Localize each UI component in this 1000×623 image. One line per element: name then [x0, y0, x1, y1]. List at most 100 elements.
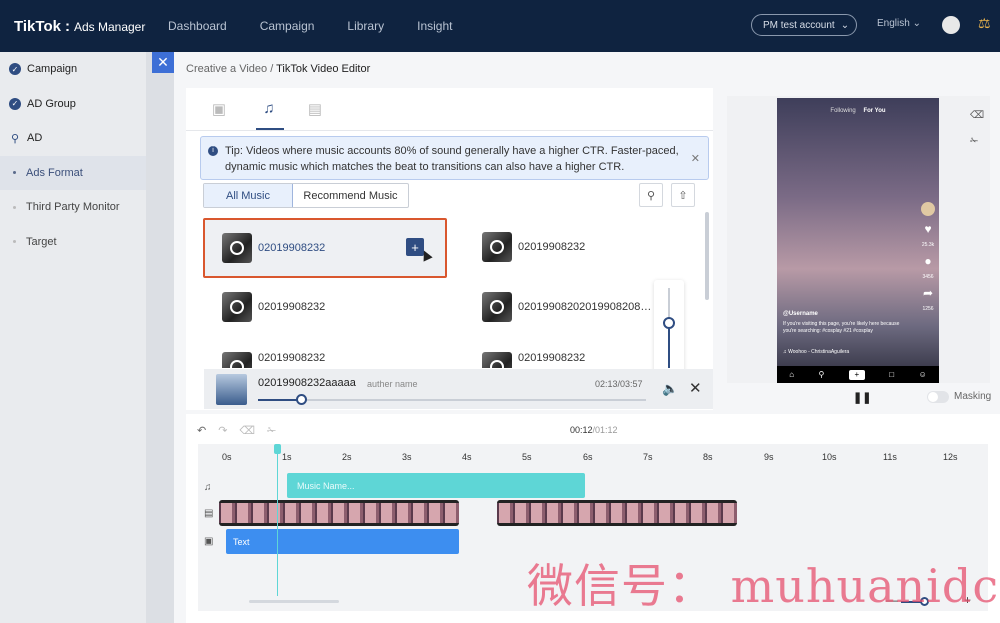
- info-icon: i: [208, 146, 218, 156]
- play-icon[interactable]: [222, 352, 252, 368]
- recommend-music-tab[interactable]: Recommend Music: [293, 184, 408, 207]
- nav-library[interactable]: Library: [347, 19, 384, 33]
- phone-bottom-nav: ⌂ ⚲ + □ ☺: [777, 366, 939, 383]
- timeline-scrollbar[interactable]: [249, 600, 339, 603]
- bullet-icon: [13, 240, 16, 244]
- search-icon: ⚲: [818, 370, 825, 379]
- search-icon: ⚲: [646, 189, 656, 202]
- track-name: 02019908232: [258, 352, 326, 364]
- tick-label: 2s: [342, 452, 352, 462]
- tick-label: 11s: [883, 452, 897, 462]
- close-icon[interactable]: ✕: [691, 151, 700, 167]
- sidebar-item-third-party-monitor[interactable]: Third Party Monitor: [0, 190, 146, 225]
- player-time: 02:13/03:57: [595, 379, 643, 389]
- crop-icon[interactable]: ✁: [970, 136, 978, 147]
- eraser-icon[interactable]: ⌫: [970, 110, 984, 121]
- list-scrollbar[interactable]: [705, 212, 709, 300]
- timeline-time: 00:12/01:12: [570, 425, 618, 435]
- account-selector[interactable]: PM test account ⌄: [751, 14, 857, 36]
- active-tab-indicator: [256, 128, 284, 130]
- video-clip[interactable]: [497, 500, 737, 526]
- play-icon[interactable]: [222, 292, 252, 322]
- all-music-tab[interactable]: All Music: [204, 184, 293, 207]
- masking-toggle[interactable]: [927, 391, 949, 403]
- music-tab-icon[interactable]: ♫: [258, 100, 280, 118]
- play-icon[interactable]: [482, 292, 512, 322]
- plus-icon: +: [848, 369, 865, 380]
- music-filter-segment: All Music Recommend Music: [203, 183, 409, 208]
- check-circle-icon: ✓: [9, 63, 21, 76]
- pause-icon[interactable]: ❚❚: [853, 391, 871, 404]
- sidebar-item-campaign[interactable]: ✓ Campaign: [0, 52, 146, 87]
- music-player-bar: 02019908232aaaaa auther name 02:13/03:57…: [204, 369, 713, 409]
- tick-label: 7s: [643, 452, 653, 462]
- tick-label: 12s: [943, 452, 958, 462]
- avatar[interactable]: [942, 16, 960, 34]
- home-icon: ⌂: [789, 370, 795, 379]
- text-clip[interactable]: Text: [226, 529, 459, 554]
- play-icon[interactable]: [482, 352, 512, 368]
- breadcrumb-current: TikTok Video Editor: [276, 63, 371, 75]
- music-clip[interactable]: Music Name...: [287, 473, 585, 498]
- track-name: 02019908202019908208…: [518, 301, 652, 313]
- sidebar-item-label: Campaign: [27, 63, 78, 76]
- sidebar-item-label: Ads Format: [26, 166, 83, 179]
- music-note-icon: ♫: [783, 349, 787, 355]
- tick-label: 10s: [822, 452, 837, 462]
- search-button[interactable]: ⚲: [639, 183, 663, 207]
- like-count: 25.3k: [921, 242, 935, 248]
- nav-dashboard[interactable]: Dashboard: [168, 19, 227, 33]
- close-editor-button[interactable]: ✕: [152, 52, 174, 73]
- eraser-icon[interactable]: ⌫: [239, 424, 255, 437]
- notification-bell-icon[interactable]: ⚖: [978, 15, 991, 32]
- language-selector[interactable]: English ⌄: [877, 18, 921, 29]
- video-tab-icon[interactable]: ▣: [208, 100, 230, 118]
- media-library-panel: ▣ ♫ ▤ i Tip: Videos where music accounts…: [186, 88, 713, 410]
- check-circle-icon: ✓: [9, 97, 21, 110]
- comment-count: 3456: [922, 274, 934, 280]
- nav-insight[interactable]: Insight: [417, 19, 452, 33]
- play-icon[interactable]: [222, 233, 252, 263]
- progress-handle[interactable]: [295, 394, 307, 405]
- main-nav: Dashboard Campaign Library Insight: [168, 0, 485, 52]
- tiktok-logo[interactable]: TikTok: Ads Manager: [14, 18, 145, 35]
- music-track-item[interactable]: 02019908232: [222, 279, 325, 335]
- volume-slider[interactable]: [654, 280, 684, 376]
- music-track-item[interactable]: 02019908232: [482, 338, 585, 368]
- bullet-icon: [13, 205, 16, 209]
- close-icon[interactable]: ✕: [689, 379, 702, 397]
- split-icon[interactable]: ✁: [267, 424, 276, 437]
- sidebar-item-ads-format[interactable]: Ads Format: [0, 155, 146, 190]
- music-track-item[interactable]: 02019908232: [222, 338, 325, 368]
- upload-icon: ⇧: [678, 189, 688, 202]
- time-ruler[interactable]: 0s 1s 2s 3s 4s 5s 6s 7s 8s 9s 10s 11s 12…: [198, 444, 988, 468]
- top-navigation-bar: TikTok: Ads Manager Dashboard Campaign L…: [0, 0, 1000, 52]
- bullet-icon: [13, 171, 16, 175]
- sidebar-item-ad[interactable]: ⚲ AD: [0, 121, 146, 156]
- track-name: 02019908232: [258, 242, 326, 254]
- inbox-icon: □: [889, 370, 895, 379]
- player-progress-bar[interactable]: [258, 394, 646, 405]
- playhead[interactable]: [274, 444, 281, 596]
- breadcrumb-parent[interactable]: Creative a Video: [186, 63, 267, 75]
- upload-button[interactable]: ⇧: [671, 183, 695, 207]
- redo-icon[interactable]: ↷: [218, 424, 227, 437]
- nav-campaign[interactable]: Campaign: [260, 19, 315, 33]
- volume-slider-handle[interactable]: [663, 317, 675, 329]
- track-name: 02019908232: [518, 241, 586, 253]
- sticker-tab-icon[interactable]: ▤: [304, 100, 326, 118]
- sidebar-item-ad-group[interactable]: ✓ AD Group: [0, 87, 146, 122]
- breadcrumb-separator: /: [270, 63, 274, 75]
- following-label: Following: [830, 108, 856, 114]
- music-track-item[interactable]: 02019908202019908208…: [482, 279, 651, 335]
- sidebar-item-target[interactable]: Target: [0, 225, 146, 260]
- music-track-item[interactable]: 02019908232 +: [203, 218, 447, 278]
- music-track-item[interactable]: 02019908232: [482, 219, 585, 275]
- undo-icon[interactable]: ↶: [197, 424, 206, 437]
- tick-label: 3s: [402, 452, 412, 462]
- sidebar-divider: [146, 52, 174, 623]
- play-icon[interactable]: [482, 232, 512, 262]
- video-clip[interactable]: [219, 500, 459, 526]
- feed-tabs: Following For You: [777, 108, 939, 114]
- volume-icon[interactable]: 🔈: [662, 381, 678, 397]
